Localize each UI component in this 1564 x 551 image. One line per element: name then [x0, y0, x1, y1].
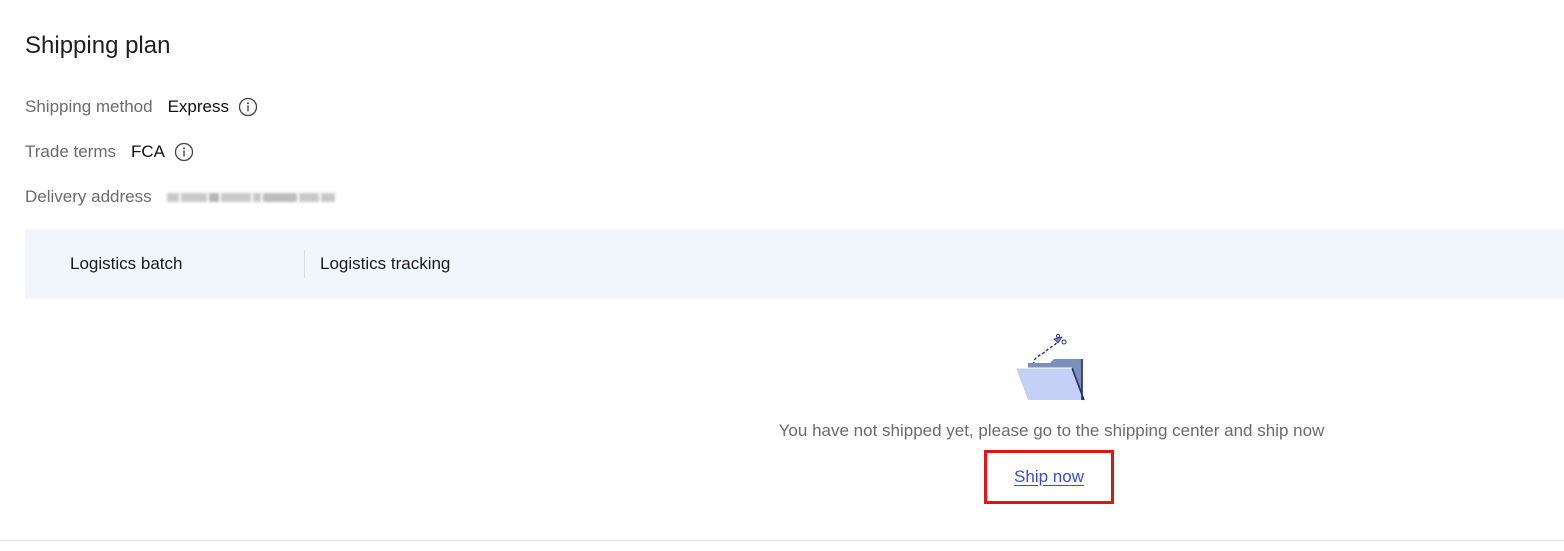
trade-terms-label: Trade terms [25, 142, 117, 161]
delivery-address-row: Delivery address [25, 185, 343, 209]
ship-now-link[interactable]: Ship now [1014, 467, 1084, 487]
redacted-address [166, 187, 343, 207]
shipping-plan-panel: Shipping plan Shipping method Express Tr… [0, 0, 1564, 551]
bottom-divider [0, 540, 1564, 541]
logistics-table-header: Logistics batch Logistics tracking [25, 229, 1564, 299]
ship-now-highlight: Ship now [984, 450, 1114, 504]
shipping-method-label: Shipping method [25, 97, 153, 116]
shipping-method-value: Express [167, 97, 230, 116]
column-header-logistics-batch: Logistics batch [70, 254, 183, 273]
empty-state-message: You have not shipped yet, please go to t… [778, 421, 1325, 440]
empty-folder-illustration [1012, 333, 1088, 403]
column-header-logistics-tracking: Logistics tracking [320, 254, 451, 273]
trade-terms-row: Trade terms FCA [25, 140, 194, 164]
shipping-method-row: Shipping method Express [25, 95, 258, 119]
trade-terms-value: FCA [131, 142, 166, 161]
page-title: Shipping plan [25, 32, 171, 59]
info-icon[interactable] [174, 142, 194, 162]
info-icon[interactable] [238, 97, 258, 117]
delivery-address-label: Delivery address [25, 187, 152, 206]
